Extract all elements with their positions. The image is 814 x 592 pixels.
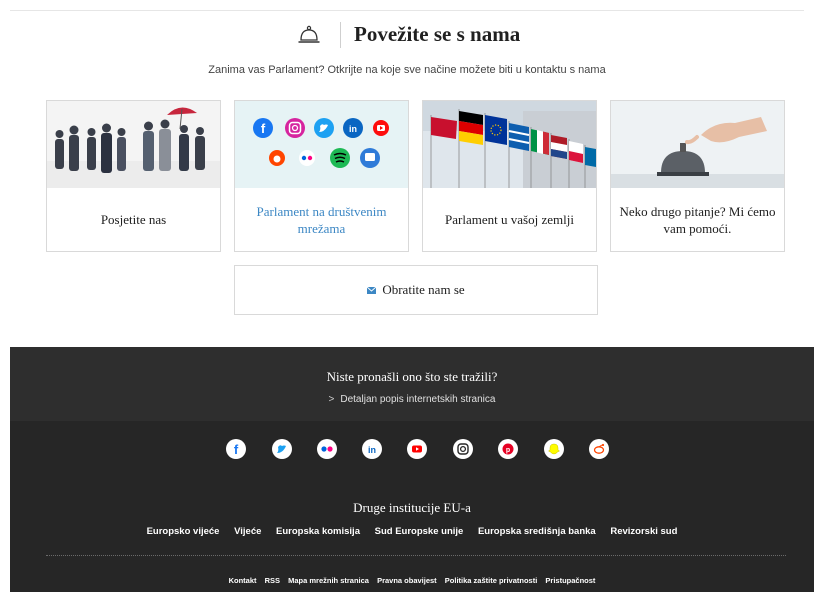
legal-link-privacy-policy[interactable]: Politika zaštite privatnosti [445,576,538,585]
page-title: Povežite se s nama [354,22,521,46]
snapchat-icon[interactable] [544,439,564,459]
facebook-icon[interactable]: f [226,439,246,459]
contact-subtitle: Zanima vas Parlament? Otkrijte na koje s… [208,64,606,76]
youtube-icon[interactable] [407,439,427,459]
card-social-networks-label: Parlament na društvenim mrežama [256,203,387,236]
contact-us-button[interactable]: Obratite nam se [234,265,598,315]
svg-text:in: in [368,445,376,455]
bell-image [611,101,784,188]
contact-us-label: Obratite nam se [382,282,465,297]
institutions-links: Europsko vijeće Vijeće Europska komisija… [10,526,814,537]
pinterest-icon[interactable]: p [498,439,518,459]
not-found-heading: Niste pronašli ono što ste tražili? [326,369,498,384]
card-other-question[interactable]: Neko drugo pitanje? Mi ćemo vam pomoći. [610,100,785,252]
institution-link-court-of-justice[interactable]: Sud Europske unije [375,526,464,537]
linkedin-icon[interactable]: in [362,439,382,459]
top-divider [10,10,804,11]
svg-text:in: in [349,124,357,134]
reddit-icon[interactable] [589,439,609,459]
envelope-icon [367,286,377,294]
card-other-question-label: Neko drugo pitanje? Mi ćemo vam pomoći. [619,203,776,236]
card-visit-us-label: Posjetite nas [100,212,167,227]
instagram-icon[interactable] [453,439,473,459]
footer-top-band: Niste pronašli ono što ste tražili? > Det… [10,347,814,421]
twitter-icon[interactable] [272,439,292,459]
legal-link-rss[interactable]: RSS [265,576,280,585]
svg-text:f: f [261,121,266,136]
legal-link-legal-notice[interactable]: Pravna obavijest [377,576,437,585]
flags-image [423,101,596,188]
svg-text:p: p [506,447,510,454]
chevron-right-icon: > [328,394,335,405]
institution-link-european-council[interactable]: Europsko vijeće [147,526,220,537]
institution-link-court-of-auditors[interactable]: Revizorski sud [610,526,677,537]
service-bell-icon [298,25,320,43]
card-parliament-in-your-country[interactable]: Parlament u vašoj zemlji [422,100,597,252]
contact-header: Povežite se s nama [0,20,814,50]
card-social-networks[interactable]: f in Parlament na društvenim mrežama [234,100,409,252]
svg-text:f: f [234,442,239,457]
footer-divider [46,555,786,556]
card-visit-us[interactable]: Posjetite nas [46,100,221,252]
institution-link-council[interactable]: Vijeće [234,526,261,537]
legal-link-accessibility[interactable]: Pristupačnost [545,576,595,585]
legal-links: Kontakt RSS Mapa mrežnih stranica Pravna… [10,576,814,585]
legal-link-sitemap[interactable]: Mapa mrežnih stranica [288,576,369,585]
header-separator [340,22,341,48]
other-institutions-heading: Druge institucije EU-a [353,500,471,515]
institution-link-european-commission[interactable]: Europska komisija [276,526,360,537]
social-networks-image: f in [235,101,408,188]
sitemap-link[interactable]: > Detaljan popis internetskih stranica [10,394,814,405]
legal-link-contact[interactable]: Kontakt [229,576,257,585]
social-icons-row: f in p [10,439,814,461]
site-footer: Niste pronašli ono što ste tražili? > Det… [10,347,814,592]
institution-link-central-bank[interactable]: Europska središnja banka [478,526,596,537]
sitemap-link-label: Detaljan popis internetskih stranica [340,394,496,405]
card-parliament-in-your-country-label: Parlament u vašoj zemlji [445,212,574,227]
flickr-icon[interactable] [317,439,337,459]
visitors-image [47,101,220,188]
